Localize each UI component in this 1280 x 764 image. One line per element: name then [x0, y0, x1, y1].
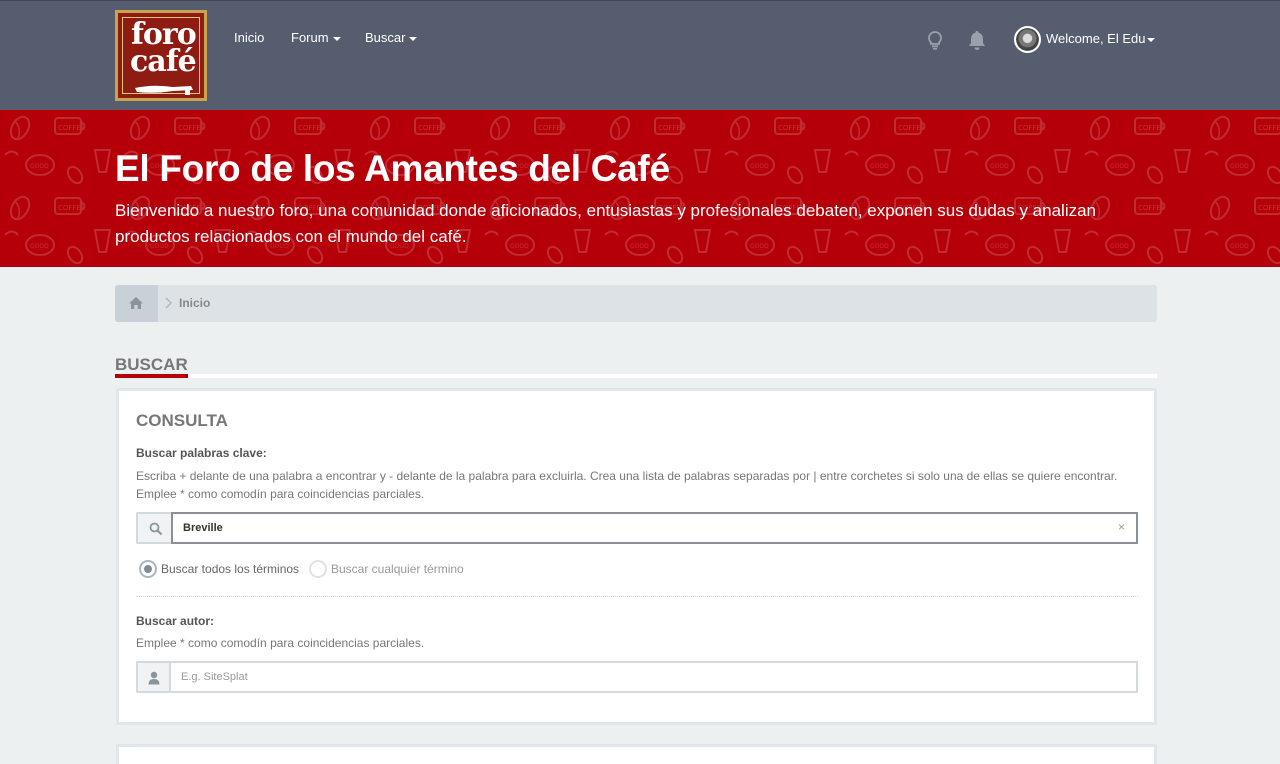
logo-frame: foro café	[122, 17, 200, 95]
section-title: BUSCAR	[115, 355, 188, 374]
card-title: CONSULTA	[136, 411, 228, 430]
breadcrumb-item-inicio[interactable]: Inicio	[179, 297, 210, 310]
keywords-hint: Escriba + delante de una palabra a encon…	[136, 469, 1118, 501]
keywords-input-group: ×	[136, 512, 1138, 544]
breadcrumb: Inicio	[115, 285, 1157, 322]
nav-buscar-dropdown[interactable]: Buscar	[365, 30, 418, 45]
portafilter-icon	[135, 85, 193, 95]
author-input-group	[136, 661, 1138, 693]
radio-unselected-icon	[309, 560, 327, 578]
logo-text-cafe: café	[130, 44, 197, 79]
nav-inicio-label: Inicio	[234, 30, 265, 45]
nav-forum-dropdown[interactable]: Forum	[291, 31, 341, 45]
next-search-card	[116, 744, 1157, 764]
radio-selected-icon	[139, 560, 157, 578]
section-underline	[115, 374, 1157, 378]
author-label: Buscar autor:	[136, 614, 215, 628]
section-divider	[136, 596, 1138, 597]
user-icon	[148, 671, 160, 685]
chevron-down-icon	[1147, 37, 1156, 42]
clear-input-icon[interactable]: ×	[1118, 520, 1125, 534]
breadcrumb-home[interactable]	[115, 285, 158, 322]
nav-inicio[interactable]: Inicio	[234, 31, 264, 45]
author-hint: Emplee * como comodín para coincidencias…	[136, 636, 425, 650]
keywords-label: Buscar palabras clave:	[136, 446, 267, 460]
welcome-text: Welcome, El Edu	[1046, 31, 1146, 46]
nav-buscar-label: Buscar	[365, 30, 406, 45]
search-icon	[149, 522, 163, 536]
user-avatar[interactable]	[1014, 26, 1041, 53]
top-navbar: foro café Inicio Forum Buscar Welcome, E…	[0, 0, 1280, 110]
chevron-down-icon	[409, 36, 418, 41]
chevron-right-icon	[165, 297, 172, 309]
banner-subtitle: Bienvenido a nuestro foro, una comunidad…	[115, 201, 1097, 246]
home-icon	[129, 297, 143, 309]
radio-any-term-label: Buscar cualquier término	[331, 562, 464, 576]
keywords-search-input[interactable]	[171, 512, 1138, 544]
author-search-input[interactable]	[169, 661, 1138, 693]
bell-icon[interactable]	[966, 29, 988, 51]
section-underline-accent	[115, 374, 188, 378]
banner-title: El Foro de los Amantes del Café	[115, 148, 670, 189]
hero-banner: COFFEE GOOD El Foro de los Amantes del C…	[0, 110, 1280, 267]
search-query-card: CONSULTA Buscar palabras clave: Escriba …	[116, 388, 1157, 725]
lightbulb-icon[interactable]	[924, 29, 946, 51]
search-addon	[136, 512, 173, 544]
author-addon	[136, 661, 171, 693]
user-menu-dropdown[interactable]: Welcome, El Edu	[1046, 31, 1156, 46]
nav-forum-label: Forum	[291, 30, 329, 45]
site-logo[interactable]: foro café	[115, 10, 207, 101]
avatar-image	[1016, 28, 1039, 51]
chevron-down-icon	[332, 36, 341, 41]
radio-all-terms-label: Buscar todos los términos	[161, 562, 300, 576]
